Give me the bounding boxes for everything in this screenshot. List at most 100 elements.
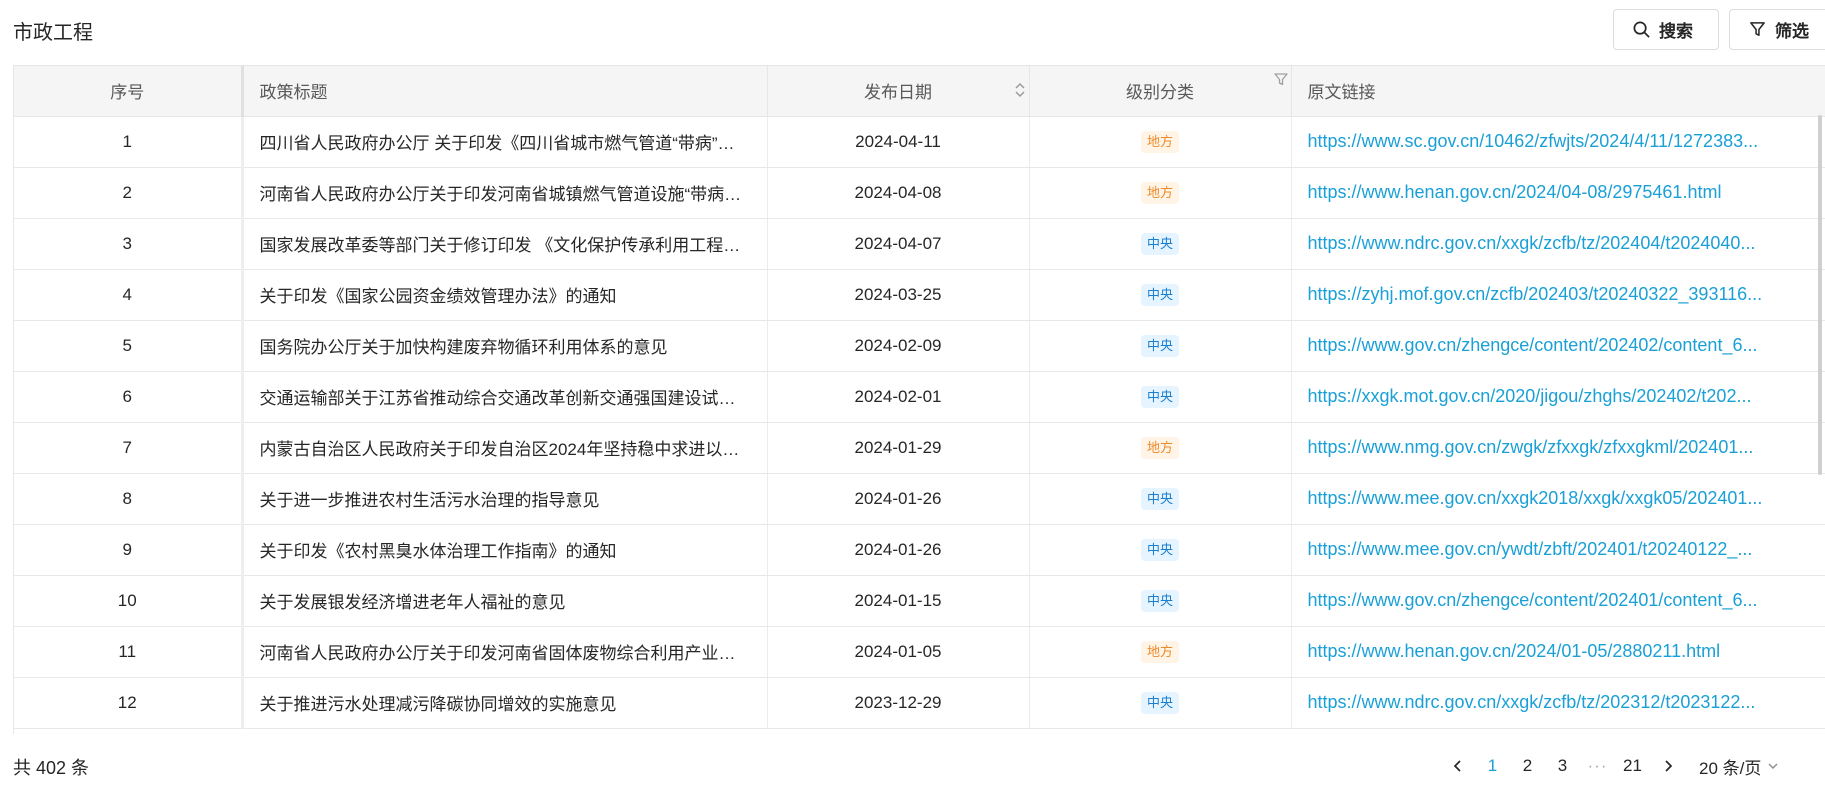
policy-title[interactable]: 河南省人民政府办公厅关于印发河南省固体废物综合利用产业发展实施方案的通知 <box>260 639 760 664</box>
table-row[interactable]: 8 关于进一步推进农村生活污水治理的指导意见 2024-01-26 中央 https:/… <box>14 473 1825 525</box>
cell-title[interactable]: 关于进一步推进农村生活污水治理的指导意见 <box>242 473 768 525</box>
cell-level: 地方 <box>1029 626 1292 678</box>
cell-level: 中央 <box>1029 218 1292 270</box>
cell-level: 地方 <box>1029 422 1292 474</box>
cell-seq: 5 <box>14 320 244 372</box>
cell-level: 地方 <box>1029 116 1292 168</box>
table-row[interactable]: 5 国务院办公厅关于加快构建废弃物循环利用体系的意见 2024-02-09 中央 htt… <box>14 320 1825 372</box>
cell-link[interactable]: https://www.nmg.gov.cn/zwgk/zfxxgk/zfxxg… <box>1291 422 1825 474</box>
column-header-link: 原文链接 <box>1291 66 1825 117</box>
cell-link[interactable]: https://www.ndrc.gov.cn/xxgk/zcfb/tz/202… <box>1291 677 1825 729</box>
cell-link[interactable]: https://www.ndrc.gov.cn/xxgk/zcfb/tz/202… <box>1291 218 1825 270</box>
cell-date: 2024-01-05 <box>767 626 1030 678</box>
cell-seq: 1 <box>14 116 244 168</box>
column-filter-icon[interactable] <box>1273 72 1289 88</box>
policy-title[interactable]: 内蒙古自治区人民政府关于印发自治区2024年坚持稳中求进以进促稳政策清单的通知 <box>260 435 760 460</box>
table-row[interactable]: 12 关于推进污水处理减污降碳协同增效的实施意见 2023-12-29 中央 https… <box>14 677 1825 729</box>
cell-date: 2024-01-29 <box>767 422 1030 474</box>
page-size-value: 20 条/页 <box>1699 758 1762 778</box>
cell-link[interactable]: https://www.gov.cn/zhengce/content/20240… <box>1291 575 1825 627</box>
page-21[interactable]: 21 <box>1615 752 1650 780</box>
cell-title[interactable]: 河南省人民政府办公厅关于印发河南省城镇燃气管道设施“带病”运行专项治理实施方案的… <box>242 167 768 219</box>
cell-date: 2024-01-26 <box>767 473 1030 525</box>
cell-title[interactable]: 河南省人民政府办公厅关于印发河南省固体废物综合利用产业发展实施方案的通知 <box>242 626 768 678</box>
table-row[interactable]: 10 关于发展银发经济增进老年人福祉的意见 2024-01-15 中央 https://… <box>14 575 1825 627</box>
source-link[interactable]: https://www.mee.gov.cn/xxgk2018/xxgk/xxg… <box>1308 488 1825 509</box>
table-row[interactable]: 1 四川省人民政府办公厅 关于印发《四川省城市燃气管道“带病”运行专项治理工作方案… <box>14 116 1825 168</box>
policy-title[interactable]: 关于进一步推进农村生活污水治理的指导意见 <box>260 486 760 511</box>
cell-link[interactable]: https://www.henan.gov.cn/2024/01-05/2880… <box>1291 626 1825 678</box>
table-row[interactable]: 6 交通运输部关于江苏省推动综合交通改革创新交通强国建设试点的意见 2024-02-… <box>14 371 1825 423</box>
table-row[interactable]: 7 内蒙古自治区人民政府关于印发自治区2024年坚持稳中求进以进促稳政策清单的通知… <box>14 422 1825 474</box>
policy-table: 序号 政策标题 发布日期 级别分类 原文链接 1 四川省人民政府办公厅 关于印发《… <box>13 65 1825 734</box>
source-link[interactable]: https://www.henan.gov.cn/2024/04-08/2975… <box>1308 182 1825 203</box>
filter-icon <box>1750 22 1765 36</box>
table-row[interactable]: 3 国家发展改革委等部门关于修订印发 《文化保护传承利用工程实施方案》的通知 202… <box>14 218 1825 270</box>
policy-title[interactable]: 国家发展改革委等部门关于修订印发 《文化保护传承利用工程实施方案》的通知 <box>260 231 760 256</box>
table-row[interactable]: 9 关于印发《农村黑臭水体治理工作指南》的通知 2024-01-26 中央 https:… <box>14 524 1825 576</box>
level-tag: 中央 <box>1140 487 1179 510</box>
chevron-down-icon <box>1768 763 1778 769</box>
cell-link[interactable]: https://www.sc.gov.cn/10462/zfwjts/2024/… <box>1291 116 1825 168</box>
policy-title[interactable]: 河南省人民政府办公厅关于印发河南省城镇燃气管道设施“带病”运行专项治理实施方案的… <box>260 180 760 205</box>
source-link[interactable]: https://xxgk.mot.gov.cn/2020/jigou/zhghs… <box>1308 386 1825 407</box>
search-button[interactable]: 搜索 <box>1613 9 1719 50</box>
cell-title[interactable]: 四川省人民政府办公厅 关于印发《四川省城市燃气管道“带病”运行专项治理工作方案》… <box>242 116 768 168</box>
cell-title[interactable]: 关于发展银发经济增进老年人福祉的意见 <box>242 575 768 627</box>
cell-link[interactable]: https://www.mee.gov.cn/xxgk2018/xxgk/xxg… <box>1291 473 1825 525</box>
source-link[interactable]: https://www.gov.cn/zhengce/content/20240… <box>1308 335 1825 356</box>
policy-title[interactable]: 关于推进污水处理减污降碳协同增效的实施意见 <box>260 690 760 715</box>
policy-title[interactable]: 关于印发《农村黑臭水体治理工作指南》的通知 <box>260 537 760 562</box>
search-icon <box>1633 21 1650 38</box>
column-header-date[interactable]: 发布日期 <box>767 66 1030 117</box>
cell-title[interactable]: 关于推进污水处理减污降碳协同增效的实施意见 <box>242 677 768 729</box>
policy-title[interactable]: 四川省人民政府办公厅 关于印发《四川省城市燃气管道“带病”运行专项治理工作方案》… <box>260 129 760 154</box>
level-tag: 中央 <box>1140 589 1179 612</box>
sort-icon[interactable] <box>1013 80 1027 100</box>
source-link[interactable]: https://zyhj.mof.gov.cn/zcfb/202403/t202… <box>1308 284 1825 305</box>
table-row[interactable]: 11 河南省人民政府办公厅关于印发河南省固体废物综合利用产业发展实施方案的通知 20… <box>14 626 1825 678</box>
cell-title[interactable]: 内蒙古自治区人民政府关于印发自治区2024年坚持稳中求进以进促稳政策清单的通知 <box>242 422 768 474</box>
table-row[interactable]: 2 河南省人民政府办公厅关于印发河南省城镇燃气管道设施“带病”运行专项治理实施方案… <box>14 167 1825 219</box>
cell-seq: 11 <box>14 626 244 678</box>
table-row[interactable]: 4 关于印发《国家公园资金绩效管理办法》的通知 2024-03-25 中央 https:… <box>14 269 1825 321</box>
cell-link[interactable]: https://www.gov.cn/zhengce/content/20240… <box>1291 320 1825 372</box>
source-link[interactable]: https://www.nmg.gov.cn/zwgk/zfxxgk/zfxxg… <box>1308 437 1825 458</box>
level-tag: 中央 <box>1140 334 1179 357</box>
source-link[interactable]: https://www.ndrc.gov.cn/xxgk/zcfb/tz/202… <box>1308 692 1825 713</box>
cell-date: 2024-04-11 <box>767 116 1030 168</box>
next-page-button[interactable] <box>1650 752 1685 780</box>
source-link[interactable]: https://www.sc.gov.cn/10462/zfwjts/2024/… <box>1308 131 1825 152</box>
cell-title[interactable]: 关于印发《农村黑臭水体治理工作指南》的通知 <box>242 524 768 576</box>
cell-title[interactable]: 关于印发《国家公园资金绩效管理办法》的通知 <box>242 269 768 321</box>
policy-title[interactable]: 交通运输部关于江苏省推动综合交通改革创新交通强国建设试点的意见 <box>260 384 760 409</box>
cell-link[interactable]: https://zyhj.mof.gov.cn/zcfb/202403/t202… <box>1291 269 1825 321</box>
cell-link[interactable]: https://xxgk.mot.gov.cn/2020/jigou/zhghs… <box>1291 371 1825 423</box>
page-3[interactable]: 3 <box>1545 752 1580 780</box>
page-1[interactable]: 1 <box>1475 752 1510 780</box>
source-link[interactable]: https://www.ndrc.gov.cn/xxgk/zcfb/tz/202… <box>1308 233 1825 254</box>
prev-page-button[interactable] <box>1440 752 1475 780</box>
vertical-scrollbar[interactable] <box>1818 115 1822 475</box>
policy-title[interactable]: 关于发展银发经济增进老年人福祉的意见 <box>260 588 760 613</box>
policy-title[interactable]: 关于印发《国家公园资金绩效管理办法》的通知 <box>260 282 760 307</box>
cell-date: 2023-12-29 <box>767 677 1030 729</box>
cell-title[interactable]: 交通运输部关于江苏省推动综合交通改革创新交通强国建设试点的意见 <box>242 371 768 423</box>
cell-link[interactable]: https://www.henan.gov.cn/2024/04-08/2975… <box>1291 167 1825 219</box>
page-size-select[interactable]: 20 条/页 <box>1699 754 1779 779</box>
cell-title[interactable]: 国务院办公厅关于加快构建废弃物循环利用体系的意见 <box>242 320 768 372</box>
page-2[interactable]: 2 <box>1510 752 1545 780</box>
cell-seq: 7 <box>14 422 244 474</box>
source-link[interactable]: https://www.gov.cn/zhengce/content/20240… <box>1308 590 1825 611</box>
cell-date: 2024-04-07 <box>767 218 1030 270</box>
level-tag: 中央 <box>1140 691 1179 714</box>
filter-button[interactable]: 筛选 <box>1729 9 1825 50</box>
page-ellipsis[interactable]: ··· <box>1580 752 1615 780</box>
source-link[interactable]: https://www.henan.gov.cn/2024/01-05/2880… <box>1308 641 1825 662</box>
column-header-level[interactable]: 级别分类 <box>1029 66 1292 117</box>
cell-link[interactable]: https://www.mee.gov.cn/ywdt/zbft/202401/… <box>1291 524 1825 576</box>
cell-date: 2024-02-01 <box>767 371 1030 423</box>
policy-title[interactable]: 国务院办公厅关于加快构建废弃物循环利用体系的意见 <box>260 333 760 358</box>
cell-title[interactable]: 国家发展改革委等部门关于修订印发 《文化保护传承利用工程实施方案》的通知 <box>242 218 768 270</box>
source-link[interactable]: https://www.mee.gov.cn/ywdt/zbft/202401/… <box>1308 539 1825 560</box>
